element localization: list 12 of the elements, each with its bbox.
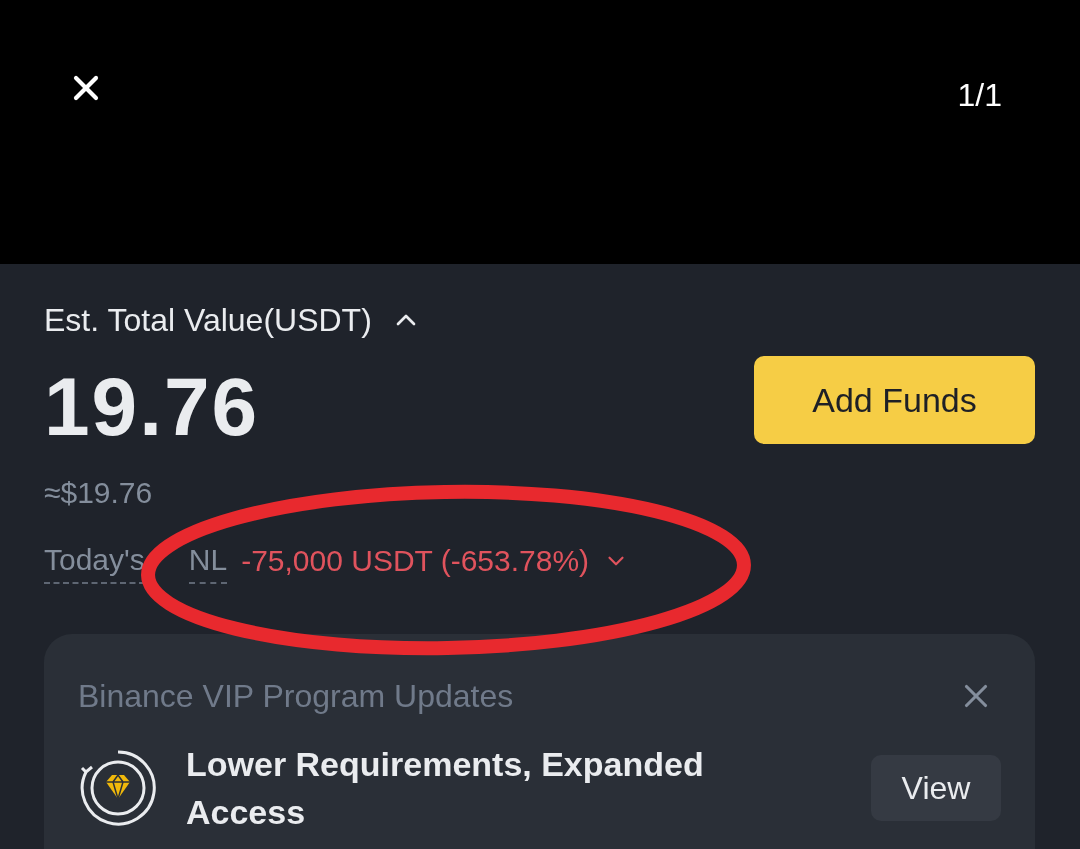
pnl-value: -75,000 USDT (-653.78%)	[241, 543, 590, 579]
promo-headline: Lower Requirements, Expanded Access	[186, 744, 705, 833]
total-value-label: Est. Total Value(USDT)	[44, 301, 372, 340]
balance-amount: 19.76	[44, 366, 260, 448]
promo-title: Binance VIP Program Updates	[78, 677, 514, 716]
diamond-badge-icon	[78, 748, 158, 828]
page-counter: 1/1	[957, 76, 1002, 115]
add-funds-button[interactable]: Add Funds	[754, 356, 1035, 444]
pnl-label[interactable]: Today's	[44, 537, 145, 584]
pnl-label[interactable]: NL	[188, 537, 228, 584]
view-button[interactable]: View	[871, 755, 1001, 821]
fiat-value: ≈$19.76	[44, 475, 154, 511]
